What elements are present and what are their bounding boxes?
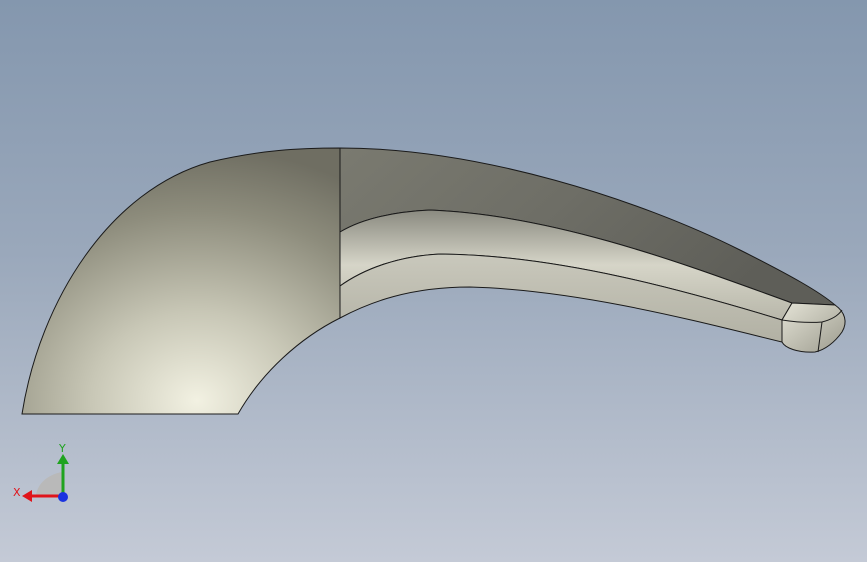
triad-y-arrow-icon <box>57 454 69 464</box>
graphics-viewport[interactable]: Y X <box>0 0 867 562</box>
triad-x-arrow-icon <box>22 490 32 502</box>
triad-plane-icon <box>36 472 62 495</box>
coordinate-triad: Y X <box>13 442 69 502</box>
model-face-left[interactable] <box>21 147 341 415</box>
triad-y-label: Y <box>58 442 66 455</box>
triad-z-axis-icon <box>58 492 68 502</box>
model-face-tip[interactable] <box>781 302 846 353</box>
model-render[interactable] <box>0 0 867 562</box>
triad-x-label: X <box>13 486 21 499</box>
